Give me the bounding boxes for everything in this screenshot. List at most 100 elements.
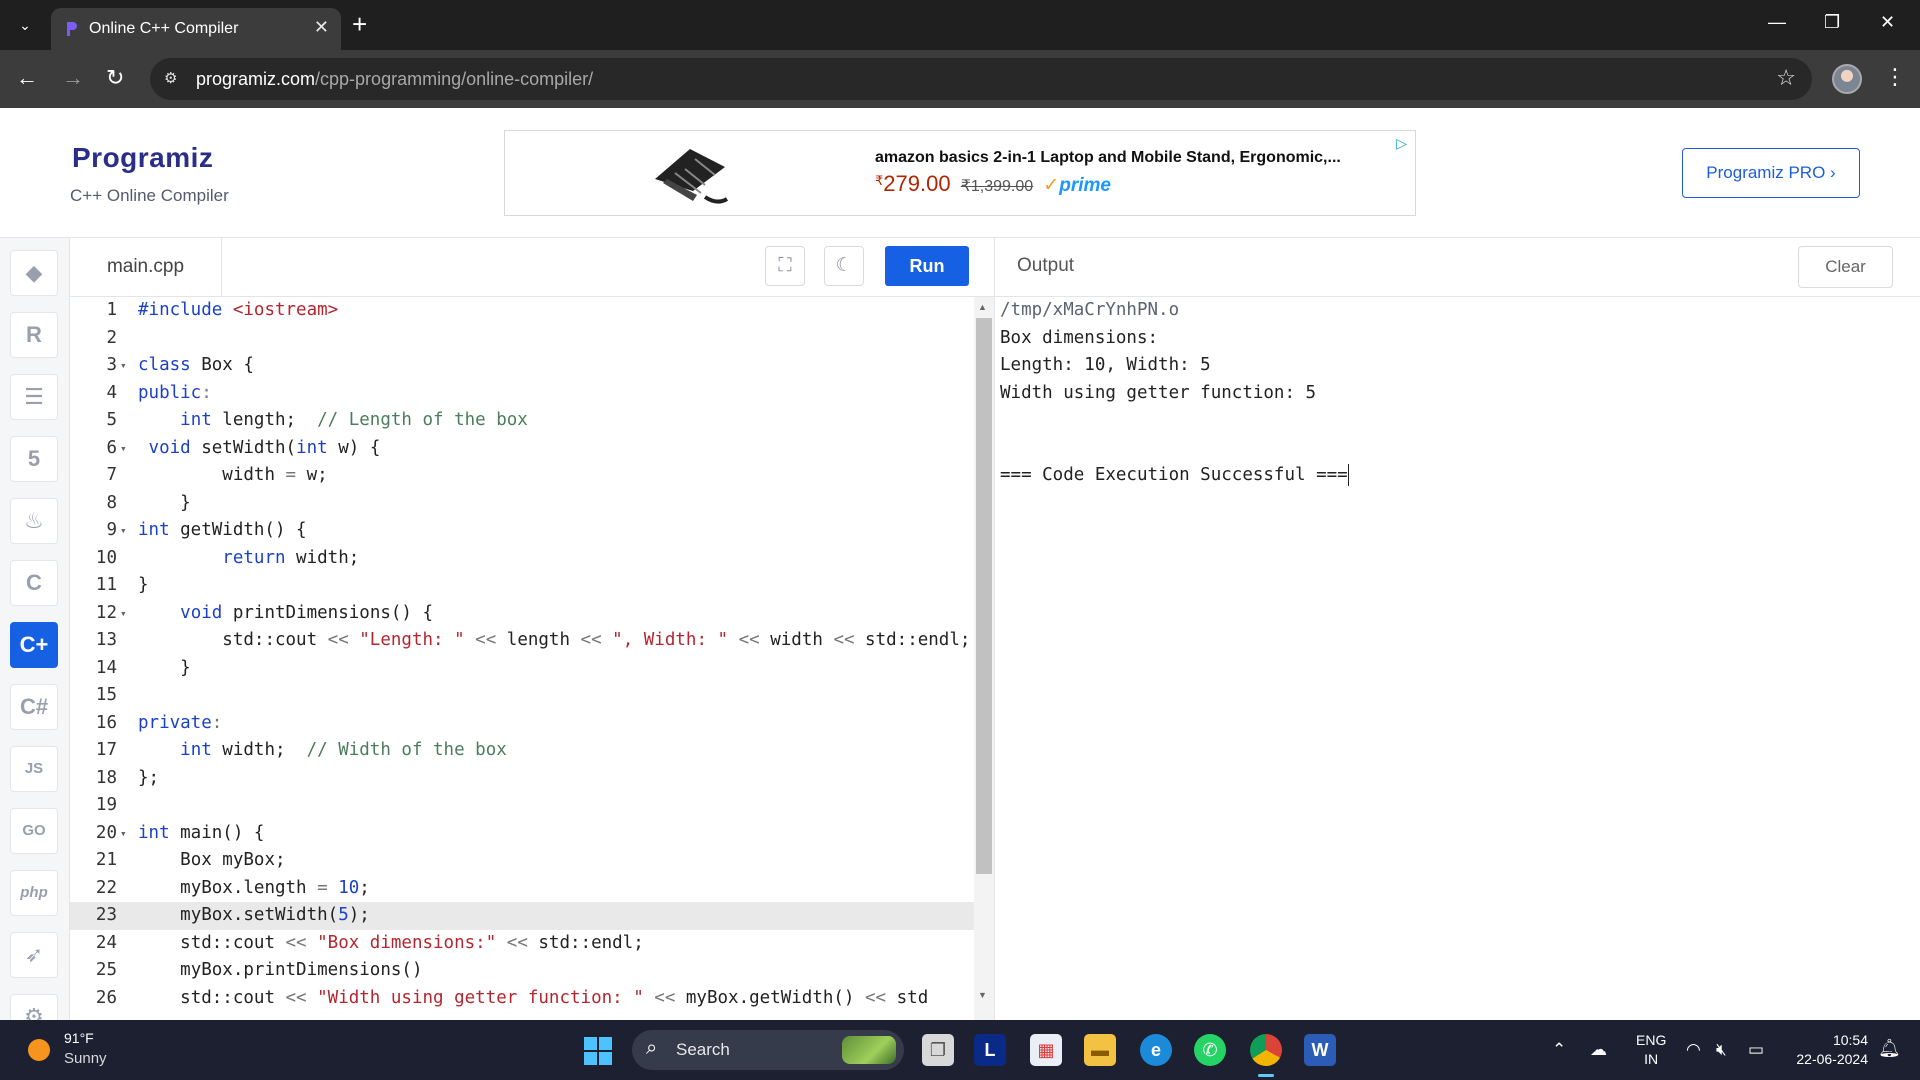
code-line[interactable]: 20 ▾ int main() { [70,820,974,848]
code-text[interactable]: class Box { [138,352,254,380]
editor-scrollbar-thumb[interactable] [976,318,992,874]
browser-tab[interactable]: Online C++ Compiler ✕ [51,8,341,50]
rust-icon[interactable]: ⚙ [10,994,58,1020]
code-text[interactable]: void setWidth(int w) { [138,435,381,463]
language-indicator[interactable]: ENG IN [1636,1031,1666,1069]
code-line[interactable]: 14 } [70,655,974,683]
c-language-icon[interactable]: C [10,560,58,606]
code-text[interactable]: int main() { [138,820,264,848]
code-line[interactable]: 21 Box myBox; [70,847,974,875]
code-text[interactable]: std::cout << "Box dimensions:" << std::e… [138,930,644,958]
code-line[interactable]: 2 [70,325,974,353]
programiz-pro-button[interactable]: Programiz PRO › [1682,148,1860,198]
dark-mode-moon-icon[interactable]: ☾ [824,246,864,286]
chrome-browser-icon[interactable] [1250,1034,1282,1077]
cpp-language-icon[interactable]: C+ [10,622,58,668]
weather-temperature[interactable]: 91°F [64,1030,94,1046]
speaker-muted-icon[interactable]: 🔇︎ [1716,1040,1727,1060]
code-line[interactable]: 17 int width; // Width of the box [70,737,974,765]
ad-choices-icon[interactable]: ▷ [1396,135,1407,152]
url-text[interactable]: programiz.com/cpp-programming/online-com… [196,69,593,90]
show-hidden-icons-chevron-icon[interactable]: ⌃ [1552,1040,1566,1060]
code-line[interactable]: 4 public: [70,380,974,408]
fold-arrow-icon[interactable]: ▾ [120,820,127,848]
java-icon[interactable]: ♨ [10,498,58,544]
code-line[interactable]: 16 private: [70,710,974,738]
python-icon[interactable]: ◆ [10,250,58,296]
minimize-icon[interactable]: — [1768,12,1786,33]
l-app-icon[interactable]: L [974,1034,1006,1066]
run-button[interactable]: Run [885,246,969,286]
code-text[interactable]: private: [138,710,222,738]
code-line[interactable]: 11} [70,572,974,600]
new-tab-button[interactable]: + [352,10,367,38]
browser-menu-icon[interactable]: ⋮ [1884,64,1906,90]
javascript-icon[interactable]: JS [10,746,58,792]
wifi-icon[interactable]: ◠ [1686,1040,1701,1060]
sql-database-icon[interactable]: ☰ [10,374,58,420]
code-text[interactable]: int width; // Width of the box [138,737,507,765]
code-line[interactable]: 1 #include <iostream> [70,297,974,325]
site-info-icon[interactable]: ⚙ [164,69,177,87]
code-text[interactable]: #include <iostream> [138,297,338,325]
reload-icon[interactable]: ↻ [106,64,124,92]
tab-close-icon[interactable]: ✕ [314,17,329,38]
code-text[interactable]: void printDimensions() { [138,600,433,628]
tab-search-chevron-icon[interactable]: ⌄ [10,12,40,38]
code-text[interactable]: std::cout << "Width using getter functio… [138,985,928,1013]
fold-arrow-icon[interactable]: ▾ [120,600,127,628]
code-line[interactable]: 10 return width; [70,545,974,573]
code-text[interactable]: }; [138,765,159,793]
scroll-down-arrow-icon[interactable]: ▼ [978,990,987,1000]
code-text[interactable]: } [138,655,191,683]
back-icon[interactable]: ← [16,64,38,92]
battery-icon[interactable]: ▭ [1748,1040,1764,1060]
code-line[interactable]: 13 std::cout << "Length: " << length << … [70,627,974,655]
html5-icon[interactable]: 5 [10,436,58,482]
file-explorer-icon[interactable]: ▬ [1084,1034,1116,1066]
notification-bell-icon[interactable]: 🔔︎ [1878,1038,1901,1059]
profile-avatar[interactable] [1832,64,1862,94]
word-icon[interactable]: W [1304,1034,1336,1066]
scroll-up-arrow-icon[interactable]: ▲ [978,302,987,312]
code-line[interactable]: 19 [70,792,974,820]
sun-weather-icon[interactable] [28,1039,50,1061]
bookmark-star-icon[interactable]: ☆ [1776,65,1796,91]
code-text[interactable]: public: [138,380,212,408]
code-line[interactable]: 25 myBox.printDimensions() [70,957,974,985]
code-editor[interactable]: 1 #include <iostream> 2 3 ▾ class Box { 4 pu… [70,297,994,1020]
code-line[interactable]: 18}; [70,765,974,793]
code-line-current[interactable]: 23 myBox.setWidth(5); [70,902,974,930]
code-text[interactable]: std::cout << "Length: " << length << ", … [138,627,970,655]
code-text[interactable]: myBox.setWidth(5); [138,902,370,930]
go-language-icon[interactable]: GO [10,808,58,854]
code-line[interactable]: 26 std::cout << "Width using getter func… [70,985,974,1013]
code-text[interactable]: int length; // Length of the box [138,407,528,435]
task-view-icon[interactable]: ❐ [922,1034,954,1066]
restore-icon[interactable]: ❐ [1824,12,1840,33]
code-text[interactable]: width = w; [138,462,327,490]
code-line[interactable]: 7 width = w; [70,462,974,490]
advertisement-banner[interactable]: amazon basics 2-in-1 Laptop and Mobile S… [504,130,1416,216]
clear-button[interactable]: Clear [1798,246,1893,288]
code-text[interactable]: myBox.printDimensions() [138,957,422,985]
system-clock[interactable]: 10:54 22-06-2024 [1786,1031,1868,1069]
forward-icon[interactable]: → [62,64,84,92]
code-line[interactable]: 15 [70,682,974,710]
code-text[interactable]: } [138,572,149,600]
code-text[interactable]: return width; [138,545,359,573]
code-line[interactable]: 12 ▾ void printDimensions() { [70,600,974,628]
microsoft-store-icon[interactable]: ▦ [1030,1034,1062,1066]
code-text[interactable]: Box myBox; [138,847,285,875]
r-language-icon[interactable]: R [10,312,58,358]
code-text[interactable]: } [138,490,191,518]
swift-icon[interactable]: ➶ [10,932,58,978]
fold-arrow-icon[interactable]: ▾ [120,435,127,463]
code-line[interactable]: 6 ▾ void setWidth(int w) { [70,435,974,463]
code-text[interactable]: myBox.length = 10; [138,875,370,903]
code-line[interactable]: 9 ▾ int getWidth() { [70,517,974,545]
code-line[interactable]: 24 std::cout << "Box dimensions:" << std… [70,930,974,958]
code-line[interactable]: 5 int length; // Length of the box [70,407,974,435]
programiz-logo[interactable]: Programiz [72,142,213,174]
address-bar[interactable]: ⚙ programiz.com/cpp-programming/online-c… [150,58,1812,100]
